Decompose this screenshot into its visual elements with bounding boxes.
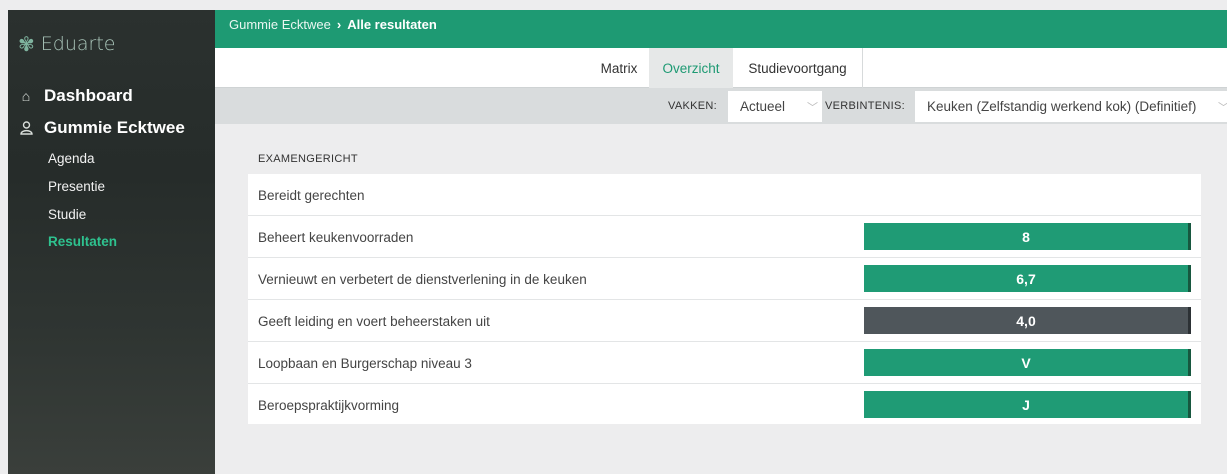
app-logo[interactable]: ✾ Eduarte xyxy=(18,33,115,55)
grade-badge[interactable]: 6,7 xyxy=(864,265,1191,292)
sidebar-item-resultaten[interactable]: Resultaten xyxy=(48,234,117,249)
chevron-down-icon: ﹀ xyxy=(1218,99,1227,115)
tab-matrix[interactable]: Matrix xyxy=(589,48,649,88)
tab-bar: Matrix Overzicht Studievoortgang xyxy=(215,48,1227,88)
sidebar: ✾ Eduarte ⌂ Dashboard Gummie Ecktwee Age… xyxy=(8,10,215,474)
filter-bar: VAKKEN: Actueel ﹀ VERBINTENIS: Keuken (Z… xyxy=(215,88,1227,124)
tab-overzicht[interactable]: Overzicht xyxy=(649,48,733,88)
chevron-right-icon: › xyxy=(336,17,342,32)
nav-dashboard-label: Dashboard xyxy=(44,86,133,105)
list-item[interactable]: Beroepspraktijkvorming J xyxy=(248,384,1201,424)
breadcrumb-student-link[interactable]: Gummie Ecktwee xyxy=(229,17,331,48)
vakken-value: Actueel xyxy=(740,99,786,114)
grade-badge[interactable]: V xyxy=(864,349,1191,376)
breadcrumb: Gummie Ecktwee › Alle resultaten xyxy=(215,10,1227,48)
nav-dashboard[interactable]: ⌂ Dashboard xyxy=(18,86,133,106)
results-list: Bereidt gerechten Beheert keukenvoorrade… xyxy=(248,174,1201,424)
home-icon: ⌂ xyxy=(21,88,31,104)
verbintenis-select[interactable]: Keuken (Zelfstandig werkend kok) (Defini… xyxy=(915,91,1227,122)
nav-student[interactable]: Gummie Ecktwee xyxy=(18,118,185,138)
verbintenis-value: Keuken (Zelfstandig werkend kok) (Defini… xyxy=(927,99,1197,114)
result-label: Vernieuwt en verbetert de dienstverlenin… xyxy=(258,272,587,287)
result-label: Beheert keukenvoorraden xyxy=(258,230,414,245)
list-item[interactable]: Bereidt gerechten xyxy=(248,174,1201,216)
user-icon xyxy=(18,121,34,135)
breadcrumb-current: Alle resultaten xyxy=(347,17,437,32)
chevron-down-icon: ﹀ xyxy=(807,102,818,114)
tab-studievoortgang[interactable]: Studievoortgang xyxy=(733,48,863,88)
app-name: Eduarte xyxy=(40,33,116,55)
vakken-label: VAKKEN: xyxy=(668,100,717,112)
sidebar-item-studie[interactable]: Studie xyxy=(48,207,86,222)
list-item[interactable]: Vernieuwt en verbetert de dienstverlenin… xyxy=(248,258,1201,300)
sidebar-item-presentie[interactable]: Presentie xyxy=(48,179,105,194)
result-label: Beroepspraktijkvorming xyxy=(258,398,400,413)
list-item[interactable]: Beheert keukenvoorraden 8 xyxy=(248,216,1201,258)
section-title: EXAMENGERICHT xyxy=(258,153,358,165)
list-item[interactable]: Loopbaan en Burgerschap niveau 3 V xyxy=(248,342,1201,384)
sidebar-item-agenda[interactable]: Agenda xyxy=(48,151,95,166)
grade-badge[interactable]: J xyxy=(864,391,1191,418)
grade-badge[interactable]: 8 xyxy=(864,223,1191,250)
nav-student-label: Gummie Ecktwee xyxy=(44,118,185,137)
grade-badge[interactable]: 4,0 xyxy=(864,307,1191,334)
verbintenis-label: VERBINTENIS: xyxy=(825,100,906,112)
result-label: Geeft leiding en voert beheerstaken uit xyxy=(258,314,490,329)
vakken-select[interactable]: Actueel ﹀ xyxy=(728,91,822,122)
result-label: Bereidt gerechten xyxy=(258,188,365,203)
eduarte-logo-icon: ✾ xyxy=(18,32,35,56)
list-item[interactable]: Geeft leiding en voert beheerstaken uit … xyxy=(248,300,1201,342)
result-label: Loopbaan en Burgerschap niveau 3 xyxy=(258,356,472,371)
